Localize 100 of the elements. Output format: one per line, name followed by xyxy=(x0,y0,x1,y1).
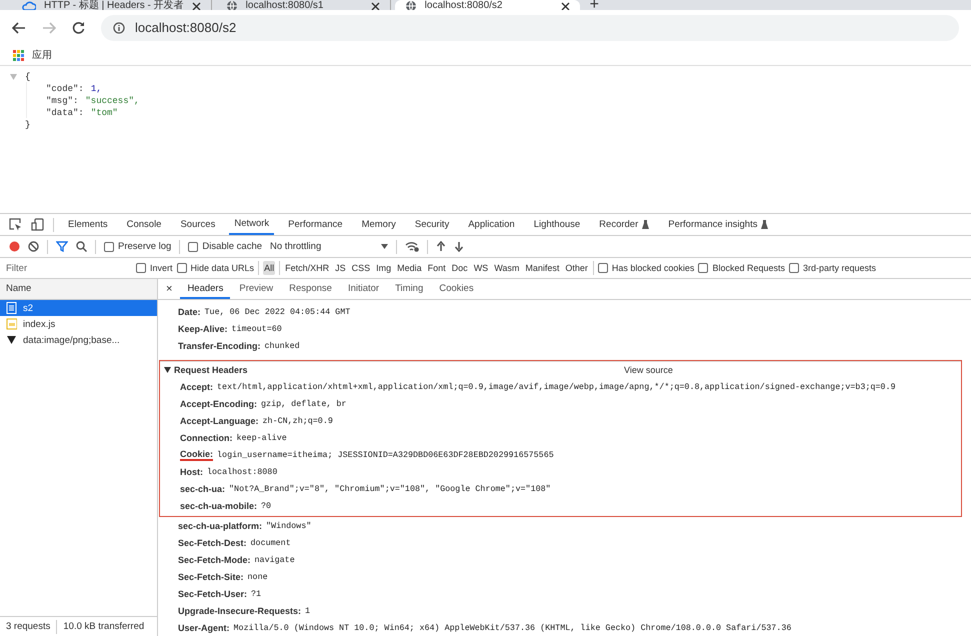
header-name: Connection: xyxy=(180,432,232,442)
header-name: Accept: xyxy=(180,382,214,392)
header-value: login_username=itheima; JSESSIONID=A329DBD06E63DF28EBD2029916575565 xyxy=(217,450,554,460)
search-icon[interactable] xyxy=(76,241,87,252)
devtools-tab[interactable]: Performance insights xyxy=(663,214,774,235)
status-text: 10.0 kB transferred xyxy=(63,621,144,632)
new-tab-button[interactable]: + xyxy=(584,0,605,10)
header-value: "Not?A_Brand";v="8", "Chromium";v="108", "Google Chrome";v="108" xyxy=(229,484,551,494)
upload-icon[interactable] xyxy=(436,241,446,252)
triangle-icon xyxy=(6,334,17,346)
script-file-icon xyxy=(6,318,17,330)
type-filter-button[interactable]: CSS xyxy=(350,261,372,275)
devtools-tab[interactable]: Application xyxy=(463,214,520,235)
header-name: Sec-Fetch-User: xyxy=(178,588,248,598)
section-header[interactable]: Request Headers xyxy=(160,365,624,375)
type-filter-button[interactable]: WS xyxy=(472,261,490,275)
detail-tab[interactable]: Initiator xyxy=(340,279,386,299)
type-filter-button[interactable]: Fetch/XHR xyxy=(284,261,330,275)
devtools-tab[interactable]: Sources xyxy=(175,214,220,235)
document-icon xyxy=(6,302,17,314)
header-name: Date: xyxy=(178,306,201,316)
devtools-tab[interactable]: Console xyxy=(122,214,166,235)
checkbox-option[interactable]: Has blocked cookies xyxy=(598,263,694,273)
throttling-dropdown[interactable]: No throttling xyxy=(270,241,388,252)
clear-icon[interactable] xyxy=(28,241,39,252)
device-icon[interactable] xyxy=(31,218,44,231)
back-icon[interactable] xyxy=(12,22,26,34)
detail-tab[interactable]: Cookies xyxy=(432,279,481,299)
header-value: timeout=60 xyxy=(232,324,282,334)
type-filter-button[interactable]: JS xyxy=(334,261,347,275)
devtools-tab[interactable]: Security xyxy=(410,214,454,235)
reload-icon[interactable] xyxy=(72,21,85,34)
json-brace: } xyxy=(25,120,32,130)
close-icon[interactable] xyxy=(192,2,201,10)
filter-icon[interactable] xyxy=(56,241,68,252)
globe-icon xyxy=(404,0,417,10)
address-bar[interactable]: localhost:8080/s2 xyxy=(101,14,959,40)
detail-tab[interactable]: Headers xyxy=(180,279,230,299)
header-name: Sec-Fetch-Dest: xyxy=(178,538,247,548)
checkbox-option[interactable]: Blocked Requests xyxy=(698,263,785,273)
detail-tab[interactable]: Timing xyxy=(388,279,430,299)
checkbox-option[interactable]: Hide data URLs xyxy=(176,263,254,273)
type-filter-button[interactable]: Other xyxy=(564,261,589,275)
header-name: Accept-Encoding: xyxy=(180,398,258,408)
type-filter-button[interactable]: Img xyxy=(375,261,392,275)
close-button[interactable]: × xyxy=(164,283,178,295)
type-filter-button[interactable]: All xyxy=(263,261,276,275)
download-icon[interactable] xyxy=(454,241,464,252)
checkbox-option[interactable]: 3rd-party requests xyxy=(788,263,876,273)
devtools-tab[interactable]: Elements xyxy=(63,214,113,235)
info-icon xyxy=(113,22,125,34)
type-filter-button[interactable]: Manifest xyxy=(524,261,560,275)
header-value: ?1 xyxy=(251,588,262,598)
caret-icon xyxy=(381,244,388,249)
json-key: "data": xyxy=(46,108,84,118)
bookmark-item[interactable]: 应用 xyxy=(13,48,52,62)
header-value: "Windows" xyxy=(266,520,312,530)
header-value: keep-alive xyxy=(236,432,287,442)
type-filter-button[interactable]: Wasm xyxy=(493,261,520,275)
request-row[interactable]: index.js xyxy=(0,316,157,332)
type-filter-button[interactable]: Media xyxy=(396,261,423,275)
devtools-tab[interactable]: Performance xyxy=(283,214,348,235)
header-name: Host: xyxy=(180,466,203,476)
header-name: Cookie: xyxy=(180,448,214,460)
browser-tab[interactable]: localhost:8080/s2 xyxy=(394,0,580,10)
header-value: zh-CN,zh;q=0.9 xyxy=(262,416,333,426)
request-row[interactable]: data:image/png;base... xyxy=(0,332,157,348)
header-value: chunked xyxy=(264,340,300,350)
inspect-icon[interactable] xyxy=(9,218,22,231)
header-name: Sec-Fetch-Mode: xyxy=(178,554,251,564)
header-name: Accept-Language: xyxy=(180,416,259,426)
detail-tab[interactable]: Response xyxy=(282,279,339,299)
status-text: 3 requests xyxy=(6,621,50,632)
column-header: Name xyxy=(0,279,157,300)
close-icon[interactable] xyxy=(560,2,570,10)
checkbox-option[interactable]: Preserve log xyxy=(104,241,172,252)
header-value: 1 xyxy=(305,606,310,616)
view-source-link[interactable]: View source xyxy=(624,365,673,375)
header-name: User-Agent: xyxy=(178,622,230,632)
detail-tab[interactable]: Preview xyxy=(232,279,280,299)
cloud-icon xyxy=(22,1,36,10)
header-name: sec-ch-ua: xyxy=(180,484,226,494)
request-row[interactable]: s2 xyxy=(0,300,157,316)
json-key: "msg": xyxy=(46,96,78,106)
type-filter-button[interactable]: Doc xyxy=(450,261,469,275)
network-conditions-icon[interactable] xyxy=(405,241,420,252)
checkbox-option[interactable]: Invert xyxy=(136,263,173,273)
json-value: "tom" xyxy=(90,108,118,118)
header-name: Sec-Fetch-Site: xyxy=(178,572,244,582)
header-name: Transfer-Encoding: xyxy=(178,340,261,350)
type-filter-button[interactable]: Font xyxy=(426,261,447,275)
close-icon[interactable] xyxy=(370,2,380,10)
devtools-tab[interactable]: Network xyxy=(229,214,274,235)
devtools-tab[interactable]: Recorder xyxy=(594,214,654,235)
checkbox-option[interactable]: Disable cache xyxy=(188,241,262,252)
devtools-tab[interactable]: Memory xyxy=(356,214,401,235)
devtools-tab[interactable]: Lighthouse xyxy=(528,214,586,235)
header-name: sec-ch-ua-mobile: xyxy=(180,500,258,510)
header-value: Tue, 06 Dec 2022 04:05:44 GMT xyxy=(204,306,350,316)
record-icon[interactable] xyxy=(9,241,20,252)
